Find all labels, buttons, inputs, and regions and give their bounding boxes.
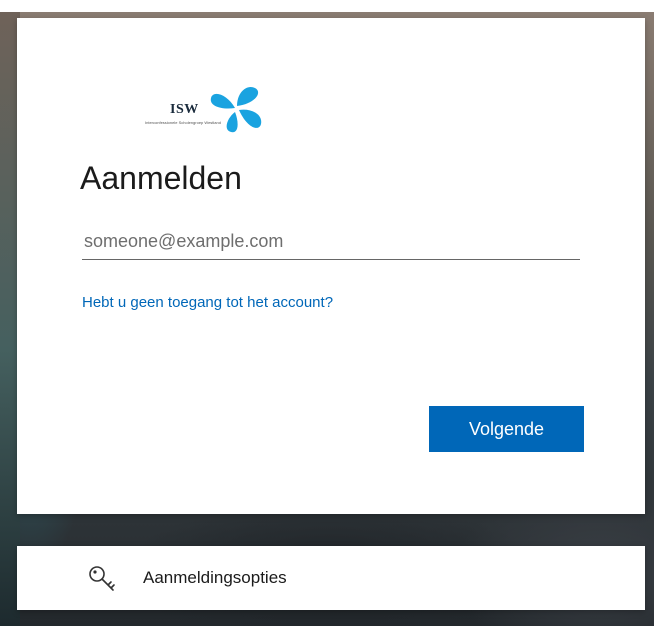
signin-card: ISW Interconfessionele Scholengroep West… <box>17 18 645 514</box>
email-field[interactable] <box>82 224 580 260</box>
logo-leaf-icon <box>210 86 262 133</box>
page-title: Aanmelden <box>80 160 242 196</box>
org-logo: ISW Interconfessionele Scholengroep West… <box>145 84 265 134</box>
logo-name: ISW <box>170 102 199 117</box>
signin-options-button[interactable]: Aanmeldingsopties <box>17 546 645 610</box>
next-button[interactable]: Volgende <box>429 406 584 452</box>
no-access-link[interactable]: Hebt u geen toegang tot het account? <box>82 294 333 311</box>
key-icon <box>89 566 115 591</box>
signin-options-label: Aanmeldingsopties <box>143 568 287 587</box>
top-strip <box>0 0 654 12</box>
